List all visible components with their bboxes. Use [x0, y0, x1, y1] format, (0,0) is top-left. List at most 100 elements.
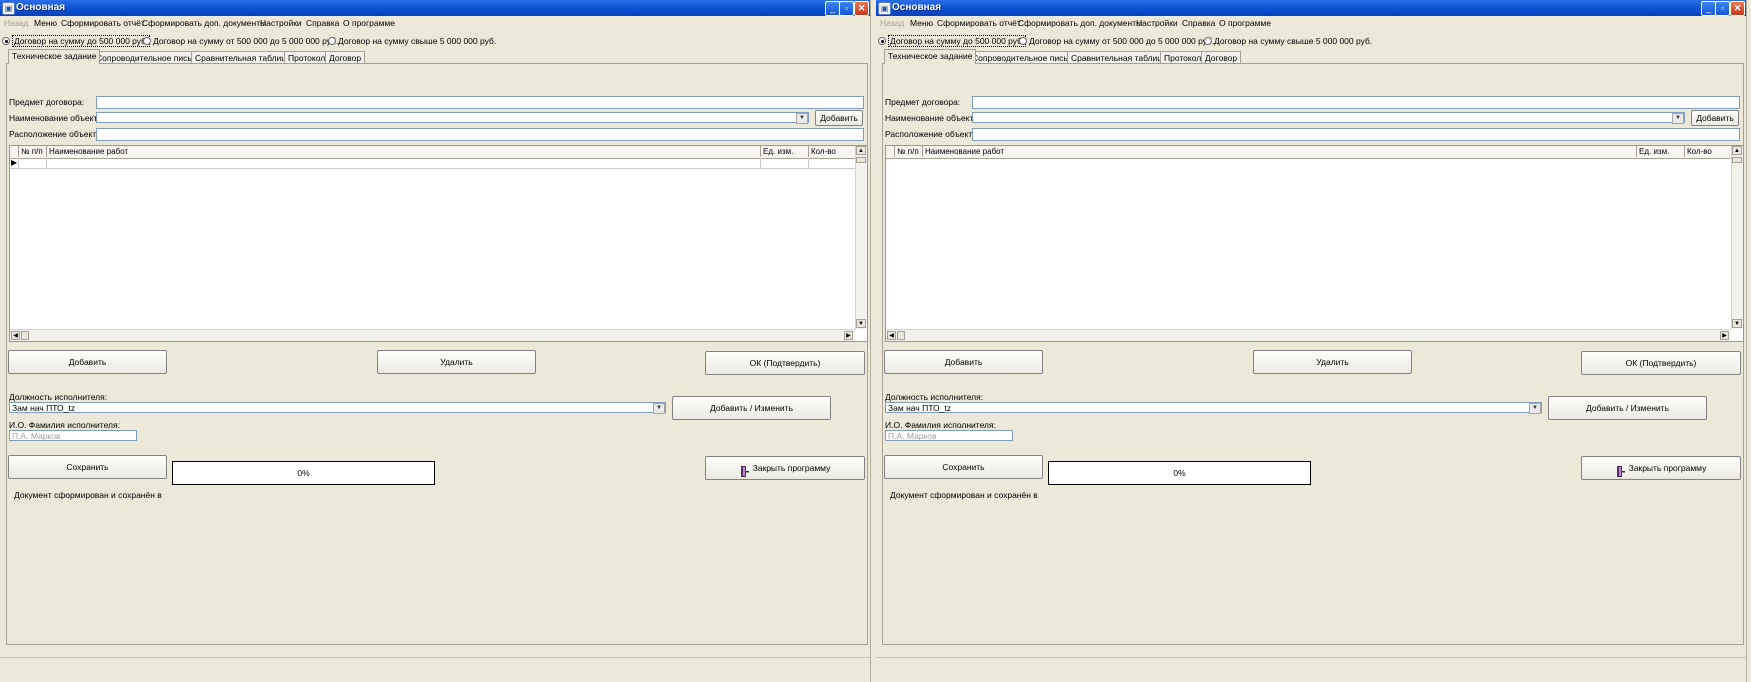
object-name-select[interactable]: ▼ — [972, 112, 1685, 124]
column-quantity[interactable]: Кол-во — [809, 146, 854, 157]
position-select[interactable]: Зам нач ПТО_tz ▼ — [885, 402, 1542, 414]
radio-500k-to-5m[interactable]: Договор на сумму от 500 000 до 5 000 000… — [143, 35, 338, 47]
position-select[interactable]: Зам нач ПТО_tz ▼ — [9, 402, 666, 414]
close-program-button[interactable]: Закрыть программу — [705, 456, 865, 480]
vertical-scrollbar[interactable]: ▲ ▼ — [855, 146, 867, 329]
subject-input[interactable] — [96, 96, 864, 109]
object-name-select[interactable]: ▼ — [96, 112, 809, 124]
dropdown-arrow-icon[interactable]: ▼ — [653, 403, 665, 414]
confirm-button[interactable]: ОК (Подтвердить) — [1581, 351, 1741, 375]
add-row-button[interactable]: Добавить — [8, 350, 167, 374]
scroll-right-icon[interactable]: ▶ — [844, 331, 853, 340]
horizontal-thumb[interactable] — [897, 331, 905, 340]
close-icon[interactable]: ✕ — [854, 1, 869, 16]
add-object-button[interactable]: Добавить — [815, 110, 863, 126]
object-location-label: Расположение объекта: — [885, 129, 980, 139]
object-location-input[interactable] — [972, 128, 1740, 141]
dropdown-arrow-icon[interactable]: ▼ — [1529, 403, 1541, 414]
column-unit[interactable]: Ед. изм. — [1637, 146, 1685, 157]
close-program-label: Закрыть программу — [752, 463, 831, 473]
radio-500k-to-5m[interactable]: Договор на сумму от 500 000 до 5 000 000… — [1019, 35, 1214, 47]
subject-label: Предмет договора: — [885, 97, 961, 107]
menu-help[interactable]: Справка — [306, 18, 339, 28]
add-change-position-button[interactable]: Добавить / Изменить — [672, 396, 831, 420]
horizontal-scrollbar[interactable]: ◀ ▶ — [886, 329, 1731, 341]
main-window-right: ▣ Основная _ ▫ ✕ Назад Меню Сформировать… — [876, 0, 1747, 682]
app-icon[interactable]: ▣ — [878, 2, 891, 15]
save-button[interactable]: Сохранить — [884, 455, 1043, 479]
row-header-corner — [10, 146, 19, 157]
column-quantity[interactable]: Кол-во — [1685, 146, 1730, 157]
menu-back: Назад — [880, 18, 905, 28]
subject-input[interactable] — [972, 96, 1740, 109]
status-message: Документ сформирован и сохранён в — [890, 490, 1038, 500]
cell-unit[interactable] — [761, 158, 809, 168]
tab-strip: Техническое задание Сопроводительное пис… — [8, 49, 868, 64]
radio-up-to-500k[interactable]: Договор на сумму до 500 000 руб. — [2, 35, 151, 47]
close-icon[interactable]: ✕ — [1730, 1, 1745, 16]
scroll-up-icon[interactable]: ▲ — [1732, 146, 1742, 155]
column-number[interactable]: № п/п — [895, 146, 923, 157]
menu-extra-docs[interactable]: Сформировать доп. документы — [142, 18, 266, 28]
cell-quantity[interactable] — [809, 158, 854, 168]
scroll-left-icon[interactable]: ◀ — [887, 331, 896, 340]
cell-work-name[interactable] — [47, 158, 761, 168]
delete-row-button[interactable]: Удалить — [1253, 350, 1412, 374]
column-work-name[interactable]: Наименование работ — [923, 146, 1637, 157]
save-button[interactable]: Сохранить — [8, 455, 167, 479]
column-unit[interactable]: Ед. изм. — [761, 146, 809, 157]
cell-number[interactable] — [19, 158, 47, 168]
menu-help[interactable]: Справка — [1182, 18, 1215, 28]
scroll-thumb[interactable] — [856, 157, 866, 163]
works-table[interactable]: № п/п Наименование работ Ед. изм. Кол-во… — [9, 145, 868, 342]
executor-name-input[interactable]: П.А. Марков — [9, 430, 137, 441]
column-work-name[interactable]: Наименование работ — [47, 146, 761, 157]
menu-report[interactable]: Сформировать отчёт — [937, 18, 1021, 28]
scroll-down-icon[interactable]: ▼ — [856, 319, 866, 328]
scroll-left-icon[interactable]: ◀ — [11, 331, 20, 340]
executor-name-label: И.О. Фамилия исполнителя: — [9, 420, 120, 430]
scroll-thumb[interactable] — [1732, 157, 1742, 163]
vertical-scrollbar[interactable]: ▲ ▼ — [1731, 146, 1743, 329]
tab-tech-spec[interactable]: Техническое задание — [8, 49, 101, 64]
close-program-button[interactable]: Закрыть программу — [1581, 456, 1741, 480]
menu-menu[interactable]: Меню — [34, 18, 57, 28]
menu-report[interactable]: Сформировать отчёт — [61, 18, 145, 28]
radio-over-5m[interactable]: Договор на сумму свыше 5 000 000 руб. — [1204, 35, 1372, 47]
object-location-input[interactable] — [96, 128, 864, 141]
menu-about[interactable]: О программе — [343, 18, 395, 28]
minimize-icon[interactable]: _ — [825, 1, 840, 16]
executor-name-input[interactable]: П.А. Марков — [885, 430, 1013, 441]
add-object-button[interactable]: Добавить — [1691, 110, 1739, 126]
dropdown-arrow-icon[interactable]: ▼ — [1672, 113, 1684, 124]
menu-extra-docs[interactable]: Сформировать доп. документы — [1018, 18, 1142, 28]
scroll-down-icon[interactable]: ▼ — [1732, 319, 1742, 328]
menu-settings[interactable]: Настройки — [1136, 18, 1178, 28]
menu-settings[interactable]: Настройки — [260, 18, 302, 28]
horizontal-thumb[interactable] — [21, 331, 29, 340]
column-number[interactable]: № п/п — [19, 146, 47, 157]
menu-bar: Назад Меню Сформировать отчёт Сформирова… — [0, 17, 870, 30]
menu-about[interactable]: О программе — [1219, 18, 1271, 28]
scroll-right-icon[interactable]: ▶ — [1720, 331, 1729, 340]
table-row[interactable]: ▶ — [10, 158, 855, 169]
object-name-label: Наименование объекта: — [9, 113, 105, 123]
horizontal-scrollbar[interactable]: ◀ ▶ — [10, 329, 855, 341]
app-icon[interactable]: ▣ — [2, 2, 15, 15]
delete-row-button[interactable]: Удалить — [377, 350, 536, 374]
progress-text: 0% — [297, 468, 310, 478]
dropdown-arrow-icon[interactable]: ▼ — [796, 113, 808, 124]
maximize-icon[interactable]: ▫ — [839, 1, 854, 16]
scroll-up-icon[interactable]: ▲ — [856, 146, 866, 155]
tab-tech-spec[interactable]: Техническое задание — [884, 49, 977, 64]
works-table[interactable]: № п/п Наименование работ Ед. изм. Кол-во… — [885, 145, 1744, 342]
add-change-position-button[interactable]: Добавить / Изменить — [1548, 396, 1707, 420]
minimize-icon[interactable]: _ — [1701, 1, 1716, 16]
confirm-button[interactable]: ОК (Подтвердить) — [705, 351, 865, 375]
radio-up-to-500k[interactable]: Договор на сумму до 500 000 руб. — [878, 35, 1027, 47]
tab-strip: Техническое задание Сопроводительное пис… — [884, 49, 1744, 64]
menu-menu[interactable]: Меню — [910, 18, 933, 28]
add-row-button[interactable]: Добавить — [884, 350, 1043, 374]
radio-over-5m[interactable]: Договор на сумму свыше 5 000 000 руб. — [328, 35, 496, 47]
maximize-icon[interactable]: ▫ — [1715, 1, 1730, 16]
